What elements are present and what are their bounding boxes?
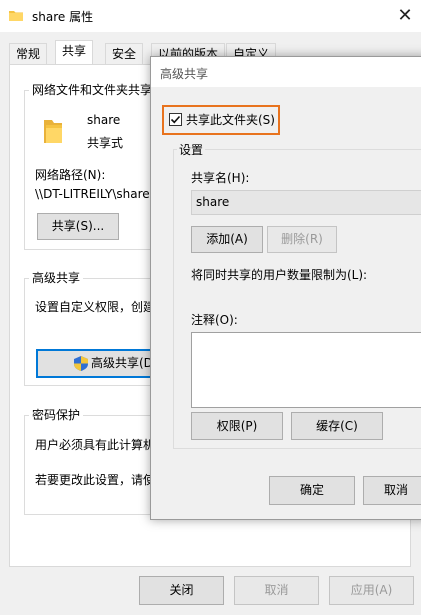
settings-group-label: 设置 <box>177 141 206 158</box>
password-protection-text-1: 用户必须具有此计算机 <box>35 438 156 452</box>
dialog-title: 高级共享 <box>160 67 209 81</box>
password-protection-text-2: 若要更改此设置，请使 <box>35 473 156 487</box>
network-path-value: \\DT-LITREILY\share <box>35 187 150 201</box>
dialog-cancel-button[interactable]: 取消 <box>363 476 421 505</box>
permissions-button[interactable]: 权限(P) <box>191 412 283 440</box>
apply-button[interactable]: 应用(A) <box>329 576 414 605</box>
add-button[interactable]: 添加(A) <box>191 226 263 253</box>
share-folder-label: 共享此文件夹(S) <box>186 113 275 127</box>
share-name-label: 共享名(H): <box>191 171 250 185</box>
advanced-sharing-dialog: 高级共享 共享此文件夹(S) 设置 共享名(H): share 添加(A) 删除… <box>150 56 421 520</box>
tab-sharing[interactable]: 共享 <box>55 40 94 65</box>
advanced-share-description: 设置自定义权限，创建 <box>35 300 156 314</box>
share-name-field[interactable]: share <box>191 190 421 215</box>
title-bar[interactable]: share 属性 ✕ <box>0 0 421 32</box>
comment-textarea[interactable] <box>191 332 421 408</box>
tab-general[interactable]: 常规 <box>9 43 48 65</box>
folder-name: share <box>87 113 121 127</box>
share-state: 共享式 <box>87 136 124 150</box>
advanced-share-group-label: 高级共享 <box>29 269 84 286</box>
network-share-group-label: 网络文件和文件夹共享 <box>29 81 156 98</box>
cancel-button[interactable]: 取消 <box>234 576 319 605</box>
checkmark-icon <box>170 115 181 124</box>
close-icon[interactable]: ✕ <box>392 3 418 29</box>
shared-folder-icon <box>44 120 62 143</box>
remove-button[interactable]: 删除(R) <box>267 226 337 253</box>
tab-security[interactable]: 安全 <box>105 43 144 65</box>
caching-button[interactable]: 缓存(C) <box>291 412 383 440</box>
close-button[interactable]: 关闭 <box>139 576 224 605</box>
advanced-share-button-label: 高级共享(D <box>91 356 153 370</box>
dialog-title-bar[interactable]: 高级共享 <box>151 57 421 87</box>
share-name-value: share <box>196 195 230 209</box>
user-limit-label: 将同时共享的用户数量限制为(L): <box>191 268 368 282</box>
checkbox-box <box>169 113 182 126</box>
network-path-label: 网络路径(N): <box>35 168 106 182</box>
password-protection-group-label: 密码保护 <box>29 406 84 423</box>
share-button[interactable]: 共享(S)... <box>37 213 119 240</box>
shield-icon <box>74 356 88 371</box>
comment-label: 注释(O): <box>191 313 238 327</box>
window-title: share 属性 <box>32 10 94 24</box>
folder-icon <box>9 11 23 21</box>
ok-button[interactable]: 确定 <box>269 476 355 505</box>
